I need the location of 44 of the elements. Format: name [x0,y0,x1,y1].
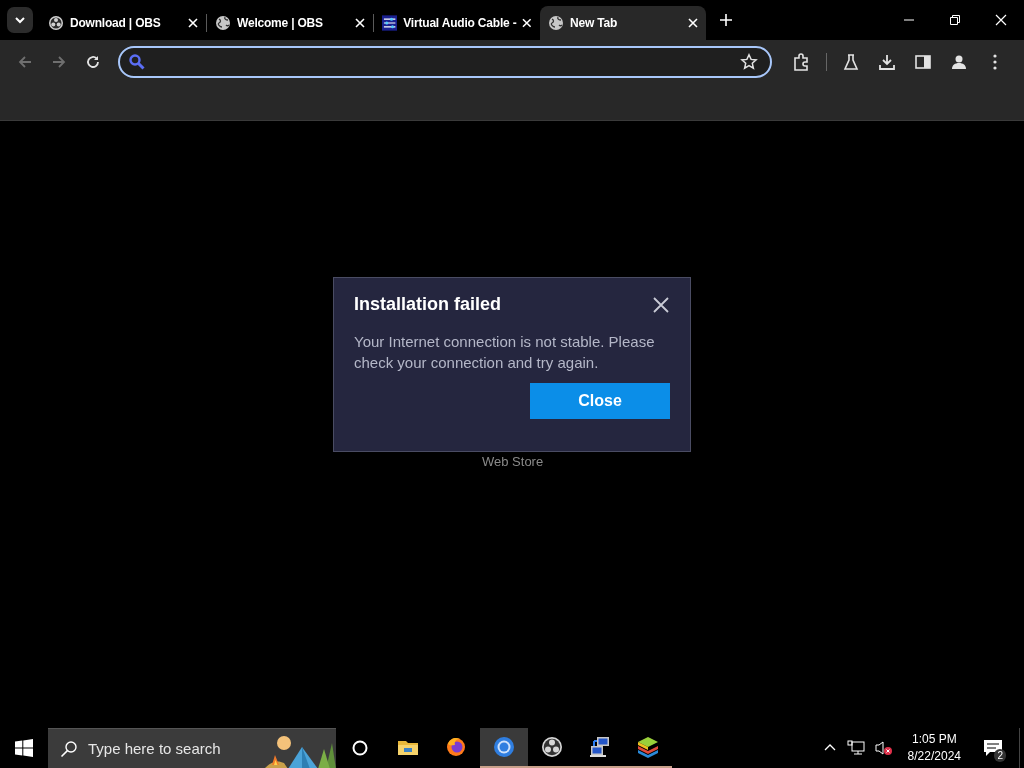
reload-icon[interactable] [85,54,101,70]
browser-tab[interactable]: New Tab [540,6,706,40]
download-icon[interactable] [878,53,896,71]
forward-icon[interactable] [51,54,67,70]
aperture-icon [540,735,564,759]
cortana-icon[interactable] [351,739,369,757]
search-icon [60,739,78,758]
fox-globe-icon [444,735,468,759]
side-panel-icon[interactable] [914,53,932,71]
network-icon[interactable] [846,740,865,756]
dialog-message: Your Internet connection is not stable. Please check your connection and try again. [354,332,656,373]
aperture-icon [48,15,64,31]
dialog-title: Installation failed [354,294,502,315]
close-icon [995,14,1007,26]
plus-icon [719,13,733,27]
chevron-down-icon [14,16,26,24]
flask-icon[interactable] [842,53,860,71]
close-icon[interactable] [652,295,670,314]
taskbar-clock[interactable]: 1:05 PM 8/22/2024 [907,731,961,765]
address-bar[interactable] [118,46,772,78]
globe-icon [548,15,564,31]
browser-tab[interactable]: Download | OBS [40,6,206,40]
globe-icon [215,15,231,31]
taskbar-search-bar[interactable]: Type here to search [48,728,336,768]
browser-tab[interactable]: Welcome | OBS [207,6,373,40]
search-icon [128,53,146,71]
tab-search-button[interactable] [7,7,33,33]
muted-speaker-icon[interactable] [874,740,893,756]
notification-count: 2 [994,749,1006,762]
back-icon[interactable] [17,54,33,70]
layered-stack-icon [636,735,660,759]
notifications-button[interactable]: 2 [971,728,1015,768]
computers-icon [588,735,612,759]
taskbar-app[interactable] [480,728,528,768]
web-store-caption: Web Store [482,454,544,469]
bookmark-star-icon[interactable] [740,53,758,71]
restore-icon [949,14,961,26]
windows-start-icon[interactable] [15,739,33,757]
browser-ring-icon [492,735,516,759]
equalizer-icon [382,15,398,31]
puzzle-icon[interactable] [793,53,811,71]
profile-icon[interactable] [950,53,968,71]
search-field[interactable]: Type here to search [86,739,250,758]
browser-tab[interactable]: Virtual Audio Cable - [374,6,540,40]
